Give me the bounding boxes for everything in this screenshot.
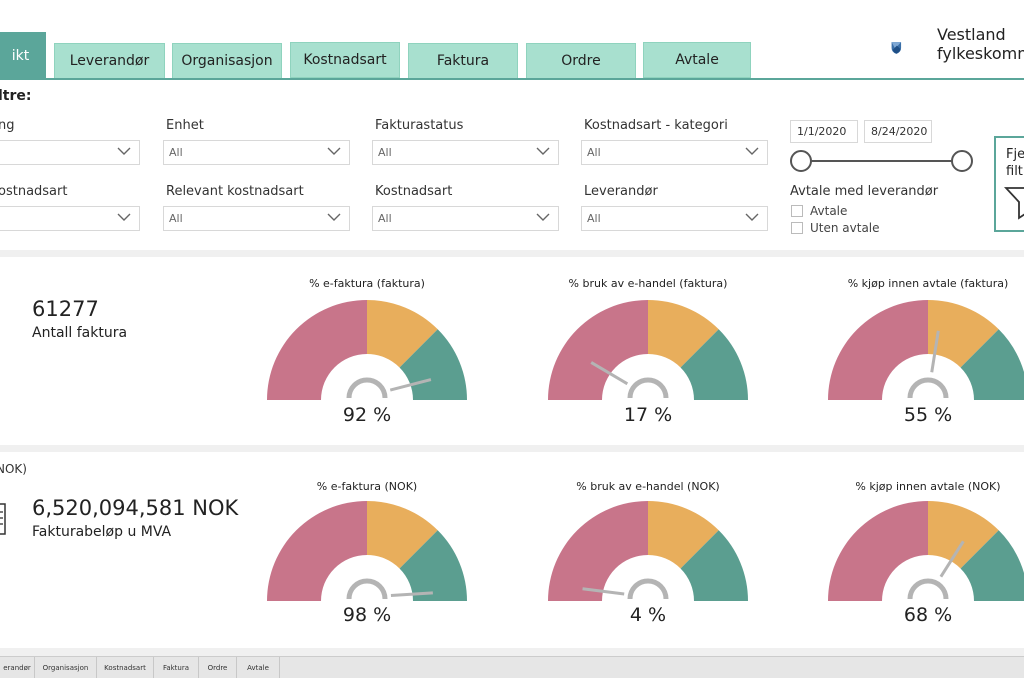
chevron-down-icon [536,147,550,155]
date-end-input[interactable]: 8/24/2020 [864,120,932,143]
filter-label-enhet: Enhet [166,118,204,133]
gauge-hub [346,377,388,399]
section-label: NOK) [0,462,27,476]
filter-dropdown-kostnadsart[interactable]: All [372,206,559,231]
page-tab-faktura[interactable]: Faktura [154,657,199,678]
filter-dropdown-1[interactable] [0,140,140,165]
gauge-value: 98 % [342,604,392,626]
gauge-title: % kjøp innen avtale (NOK) [855,480,1001,493]
chevron-down-icon [536,213,550,221]
fakturabelop-label: Fakturabeløp u MVA [32,524,172,540]
filter-title: ltre: [0,88,32,104]
chevron-down-icon [117,213,131,221]
document-icon [0,503,6,535]
tab-kostnadsart[interactable]: Kostnadsart [290,42,400,78]
reset-filters-button[interactable]: Fje filtr [994,136,1024,232]
filter-dropdown-enhet[interactable]: All [163,140,350,165]
filter-label-5: ostnadsart [0,184,68,199]
page-tab-avtale[interactable]: Avtale [237,657,280,678]
gauge-title: % bruk av e-handel (NOK) [576,480,720,493]
filter-label-kostnadsart: Kostnadsart [375,184,453,199]
filter-panel: ltre: ng Enhet All Fakturastatus All Kos… [0,80,1024,250]
checkbox-avtale[interactable] [791,205,803,217]
filter-dropdown-fakturastatus[interactable]: All [372,140,559,165]
date-slider-end-handle[interactable] [951,150,973,172]
page-tabs-bar: erandør Organisasjon Kostnadsart Faktura… [0,656,1024,678]
antall-faktura-label: Antall faktura [32,325,128,341]
gauge-hub [627,377,669,399]
date-slider-track[interactable] [802,160,962,162]
tab-leverandor[interactable]: Leverandør [54,43,165,79]
gauge-e-faktura-nok [267,501,467,601]
tab-organisasjon[interactable]: Organisasjon [172,43,282,79]
filter-label-fakturastatus: Fakturastatus [375,118,464,133]
gauge-title: % kjøp innen avtale (faktura) [847,277,1009,290]
antall-faktura-value: 61277 [32,297,99,321]
fakturabelop-value: 6,520,094,581 NOK [32,496,239,520]
filter-dropdown-relevant-kostnadsart[interactable]: All [163,206,350,231]
filter-label-leverandor: Leverandør [584,184,658,199]
gauge-e-handel-faktura [548,300,748,400]
tab-faktura[interactable]: Faktura [408,43,518,79]
kpi-panel-nok: NOK) 6,520,094,581 NOK Fakturabeløp u MV… [0,452,1024,648]
page-tab-ordre[interactable]: Ordre [199,657,237,678]
gauge-hub [346,578,388,600]
checkbox-uten-avtale[interactable] [791,222,803,234]
page-tab-kostnadsart[interactable]: Kostnadsart [97,657,154,678]
date-start-input[interactable]: 1/1/2020 [790,120,858,143]
chevron-down-icon [327,147,341,155]
filter-label-1: ng [0,118,15,133]
tab-oversikt[interactable]: ikt [0,32,46,80]
gauge-value: 17 % [623,404,673,426]
filter-label-kostnadsart-kategori: Kostnadsart - kategori [584,118,728,133]
filter-dropdown-5[interactable] [0,206,140,231]
chevron-down-icon [117,147,131,155]
gauge-avtale-faktura [828,300,1024,400]
gauge-title: % e-faktura (NOK) [316,480,418,493]
tab-avtale[interactable]: Avtale [643,42,751,78]
avtale-filter-title: Avtale med leverandør [790,184,939,199]
chevron-down-icon [745,213,759,221]
gauge-avtale-nok [828,501,1024,601]
reset-filters-label: Fje filtr [1006,147,1024,179]
gauge-value: 4 % [629,604,667,626]
gauge-value: 68 % [903,604,953,626]
page-tab-organisasjon[interactable]: Organisasjon [35,657,97,678]
tab-ordre[interactable]: Ordre [526,43,636,79]
kpi-panel-faktura: 61277 Antall faktura % e-faktura (faktur… [0,257,1024,445]
filter-label-relevant-kostnadsart: Relevant kostnadsart [166,184,304,199]
vestland-logo-icon [891,42,902,54]
gauge-hub [907,578,949,600]
top-bar: ikt Leverandør Organisasjon Kostnadsart … [0,0,1024,80]
gauge-e-handel-nok [548,501,748,601]
gauge-title: % e-faktura (faktura) [309,277,425,290]
page-tab-leverandor[interactable]: erandør [0,657,35,678]
chevron-down-icon [745,147,759,155]
logo-text: Vestland fylkeskomm [937,25,1024,63]
chevron-down-icon [327,213,341,221]
filter-dropdown-leverandor[interactable]: All [581,206,768,231]
gauge-title: % bruk av e-handel (faktura) [568,277,728,290]
gauge-value: 92 % [342,404,392,426]
checkbox-uten-avtale-label: Uten avtale [810,221,880,235]
gauge-value: 55 % [903,404,953,426]
gauge-e-faktura-faktura [267,300,467,400]
filter-dropdown-kostnadsart-kategori[interactable]: All [581,140,768,165]
date-slider-start-handle[interactable] [790,150,812,172]
checkbox-avtale-label: Avtale [810,204,848,218]
gauge-hub [627,578,669,600]
gauge-hub [907,377,949,399]
funnel-icon [1004,187,1024,220]
